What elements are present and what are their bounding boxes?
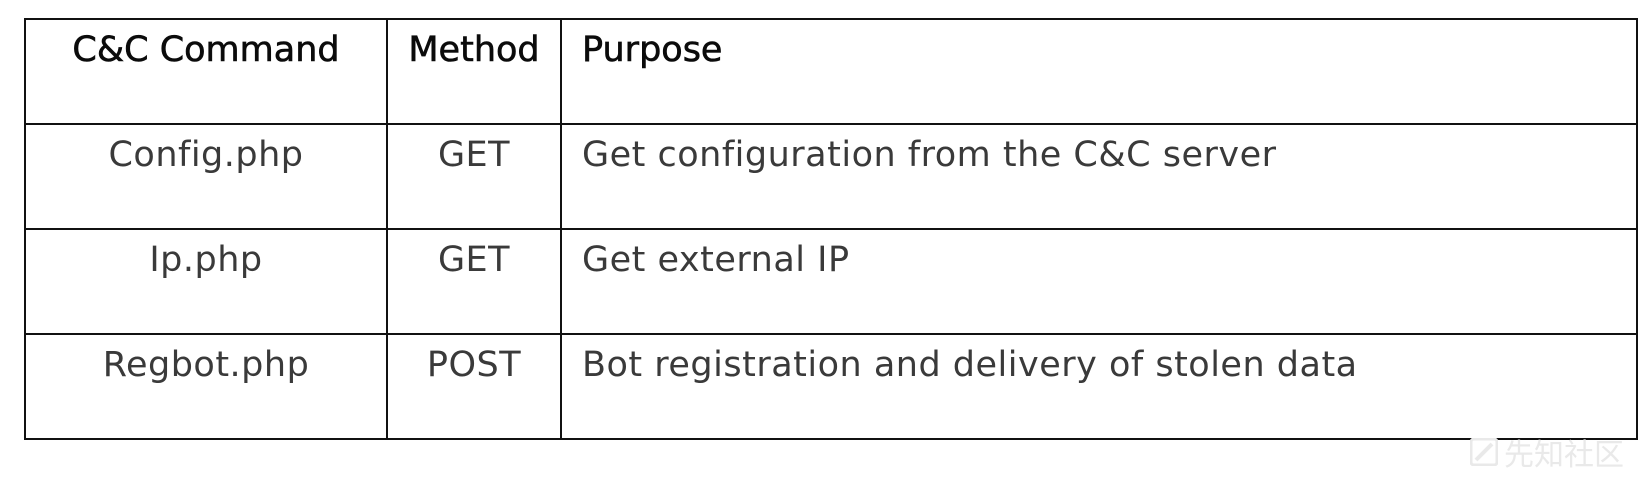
watermark-logo-icon (1470, 438, 1498, 466)
table-row: Regbot.php POST Bot registration and del… (24, 333, 1638, 440)
cell-purpose: Get external IP (560, 228, 1638, 335)
cell-method: GET (386, 123, 562, 230)
cell-command: Config.php (24, 123, 388, 230)
cell-command: Ip.php (24, 228, 388, 335)
cell-method: GET (386, 228, 562, 335)
cell-purpose: Bot registration and delivery of stolen … (560, 333, 1638, 440)
table-header-row: C&C Command Method Purpose (24, 18, 1638, 125)
cell-method: POST (386, 333, 562, 440)
header-purpose: Purpose (560, 18, 1638, 125)
cell-command: Regbot.php (24, 333, 388, 440)
header-command: C&C Command (24, 18, 388, 125)
cell-purpose: Get configuration from the C&C server (560, 123, 1638, 230)
header-method: Method (386, 18, 562, 125)
cc-command-table: C&C Command Method Purpose Config.php GE… (24, 18, 1638, 440)
table-row: Ip.php GET Get external IP (24, 228, 1638, 335)
table-row: Config.php GET Get configuration from th… (24, 123, 1638, 230)
